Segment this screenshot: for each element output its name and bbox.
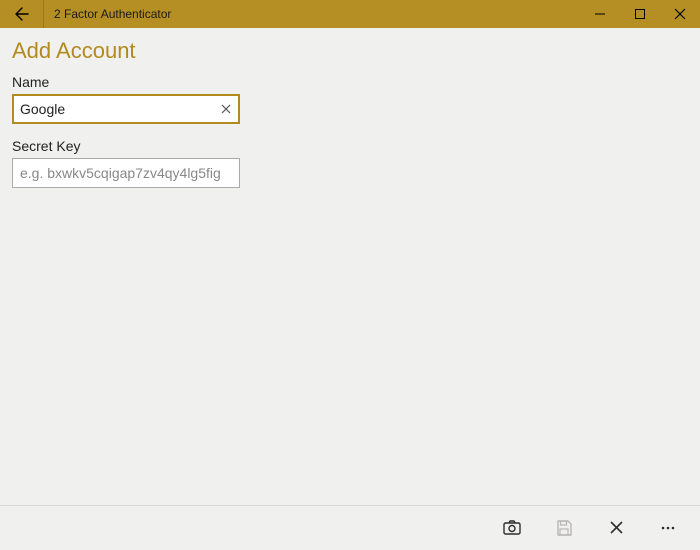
name-field-wrap[interactable] [12,94,240,124]
content-area: Add Account Name Secret Key [0,28,700,505]
titlebar: 2 Factor Authenticator [0,0,700,28]
more-dots-icon [658,518,678,538]
save-button[interactable] [538,506,590,550]
window-title: 2 Factor Authenticator [44,0,181,28]
maximize-button[interactable] [620,0,660,28]
back-button[interactable] [0,0,44,28]
more-button[interactable] [642,506,694,550]
page-title: Add Account [12,38,688,64]
name-label: Name [12,74,688,90]
command-bar [0,505,700,549]
minimize-icon [594,8,606,20]
cancel-x-icon [609,520,624,535]
cancel-button[interactable] [590,506,642,550]
clear-name-button[interactable] [214,96,238,122]
camera-button[interactable] [486,506,538,550]
camera-icon [502,518,522,538]
save-icon [555,519,573,537]
maximize-icon [634,8,646,20]
titlebar-spacer [181,0,580,28]
back-arrow-icon [14,6,30,22]
clear-x-icon [221,104,231,114]
name-input[interactable] [20,96,214,122]
close-icon [674,8,686,20]
minimize-button[interactable] [580,0,620,28]
secret-key-field-wrap[interactable] [12,158,240,188]
secret-key-input[interactable] [20,159,239,187]
secret-key-label: Secret Key [12,138,688,154]
close-window-button[interactable] [660,0,700,28]
